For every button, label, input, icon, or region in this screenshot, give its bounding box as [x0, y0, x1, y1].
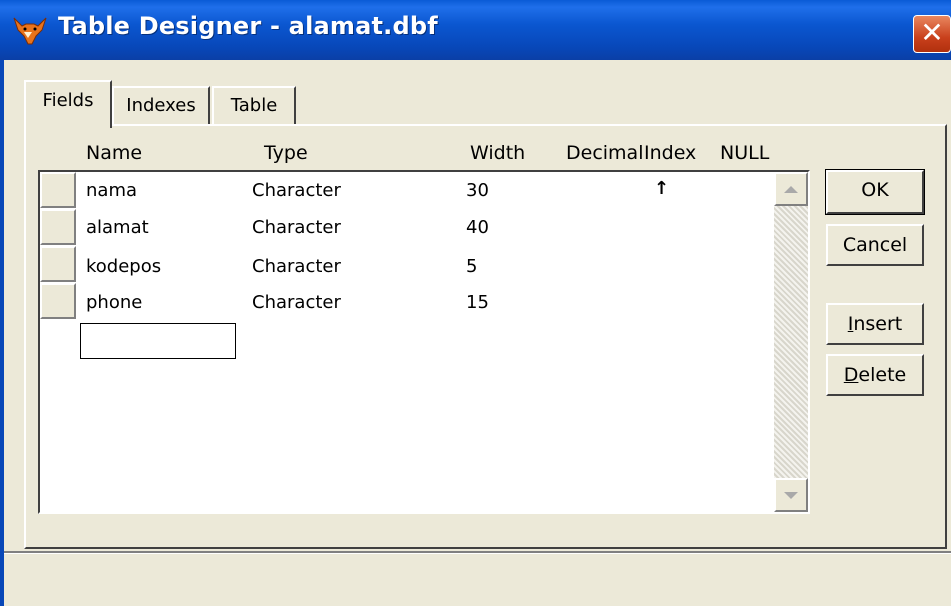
field-type-cell[interactable]: Character — [252, 180, 341, 201]
delete-button-accelerator: D — [843, 364, 859, 386]
index-ascending-icon[interactable]: ↑ — [654, 178, 669, 199]
ok-button[interactable]: OK — [825, 169, 925, 215]
delete-button[interactable]: Delete — [826, 354, 924, 396]
field-type-cell[interactable]: Character — [252, 292, 341, 313]
tab-fields-label: Fields — [42, 90, 94, 111]
tab-table-label: Table — [230, 95, 278, 116]
window-title: Table Designer - alamat.dbf — [58, 12, 438, 40]
scroll-down-button[interactable] — [774, 478, 808, 512]
cancel-button-label: Cancel — [842, 234, 908, 256]
tab-indexes-label: Indexes — [126, 95, 196, 116]
field-width-cell[interactable]: 40 — [466, 217, 489, 238]
close-button[interactable]: ✕ — [913, 15, 951, 53]
field-type-cell[interactable]: Character — [252, 217, 341, 238]
scroll-up-arrow-icon — [784, 185, 798, 193]
delete-button-label: elete — [858, 364, 907, 386]
tab-indexes[interactable]: Indexes — [112, 86, 210, 124]
new-field-name-input[interactable] — [80, 323, 236, 359]
scroll-up-button[interactable] — [774, 172, 808, 206]
column-header-decimal: Decimal — [566, 142, 644, 164]
title-bar[interactable]: Table Designer - alamat.dbf ✕ — [0, 0, 951, 60]
column-header-width: Width — [470, 142, 526, 164]
column-header-type: Type — [264, 142, 308, 164]
insert-button[interactable]: Insert — [826, 303, 924, 345]
dialog-bottom-separator — [4, 551, 951, 554]
field-name-cell[interactable]: phone — [86, 292, 142, 313]
tab-fields[interactable]: Fields — [24, 80, 112, 128]
row-selector[interactable] — [40, 283, 76, 319]
close-icon: ✕ — [920, 16, 944, 49]
column-header-null: NULL — [720, 142, 770, 164]
ok-button-label: OK — [861, 179, 889, 201]
row-selector[interactable] — [40, 246, 76, 282]
tab-table[interactable]: Table — [212, 86, 296, 124]
row-selector[interactable] — [40, 172, 76, 208]
field-name-cell[interactable]: nama — [86, 180, 137, 201]
foxpro-fox-icon — [13, 17, 47, 45]
cancel-button[interactable]: Cancel — [826, 224, 924, 266]
field-width-cell[interactable]: 5 — [466, 256, 477, 277]
field-name-cell[interactable]: alamat — [86, 217, 149, 238]
window-frame-left — [0, 60, 4, 606]
scroll-down-arrow-icon — [784, 491, 798, 499]
row-selector[interactable] — [40, 209, 76, 245]
column-header-name: Name — [86, 142, 143, 164]
column-header-index: Index — [644, 142, 697, 164]
field-name-cell[interactable]: kodepos — [86, 256, 161, 277]
field-width-cell[interactable]: 15 — [466, 292, 489, 313]
field-width-cell[interactable]: 30 — [466, 180, 489, 201]
insert-button-label: nsert — [853, 313, 903, 335]
grid-vertical-scrollbar[interactable] — [774, 172, 808, 512]
field-type-cell[interactable]: Character — [252, 256, 341, 277]
